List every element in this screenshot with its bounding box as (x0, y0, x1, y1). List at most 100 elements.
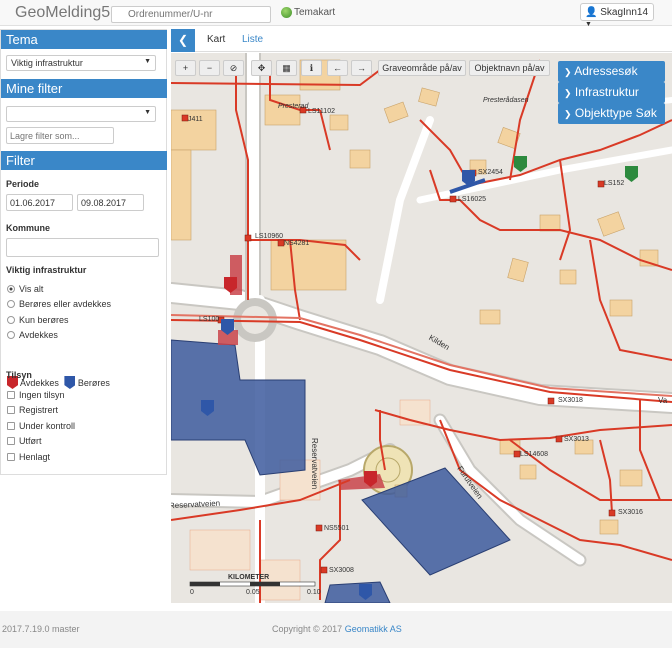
locate-button[interactable]: ⊘ (223, 60, 244, 76)
objektnavn-toggle-button[interactable]: Objektnavn på/av (469, 60, 550, 76)
scale-tick: 0.10 (307, 589, 321, 596)
radio-kun-berores[interactable]: Kun berøres (7, 314, 69, 326)
no-entry-icon: ⊘ (229, 63, 238, 73)
checkbox-label: Under kontroll (19, 421, 76, 431)
pan-button[interactable]: ✥ (251, 60, 272, 76)
copyright-label: Copyright © 2017 (272, 624, 343, 634)
radio-label: Vis alt (19, 284, 44, 294)
date-from-input[interactable]: 01.06.2017 (6, 194, 73, 211)
radio-icon (7, 300, 15, 308)
checkbox-icon (7, 422, 15, 430)
radio-label: Kun berøres (19, 315, 69, 325)
berores-marker-icon (64, 376, 76, 389)
company-link[interactable]: Geomatikk AS (345, 624, 402, 634)
radio-label: Avdekkes (19, 330, 58, 340)
chevron-left-icon: ❮ (177, 33, 189, 47)
tema-select-value: Viktig infrastruktur (11, 58, 83, 68)
map-label: SX3008 (329, 567, 354, 574)
select-box-icon: ▦ (282, 63, 291, 73)
panel-title: Objekttype Søk (574, 106, 657, 120)
checkbox-icon (7, 437, 15, 445)
objekttype-sok-panel[interactable]: ❯ Objekttype Søk (558, 103, 665, 124)
map-label: LS10960 (255, 233, 284, 240)
date-to-input[interactable]: 09.08.2017 (77, 194, 144, 211)
tab-kart[interactable]: Kart (207, 34, 225, 45)
collapse-sidebar-button[interactable]: ❮ (171, 29, 195, 52)
checkbox-label: Henlagt (19, 452, 51, 462)
back-button[interactable]: ← (327, 60, 348, 76)
radio-vis-alt[interactable]: Vis alt (7, 283, 43, 295)
kommune-input[interactable] (6, 238, 159, 257)
map-canvas[interactable]: LS11102 J411 NS4281 LS10960 SX2454 LS160… (171, 53, 672, 603)
checkbox-henlagt[interactable]: Henlagt (7, 451, 50, 463)
globe-icon[interactable] (281, 7, 292, 18)
map-graphic (171, 53, 672, 603)
map-label: LS100 (199, 316, 220, 323)
copyright-text: Copyright © 2017 Geomatikk AS (272, 624, 402, 634)
select-area-button[interactable]: ▦ (276, 60, 297, 76)
chevron-down-icon: ❯ (564, 67, 572, 77)
infrastruktur-panel[interactable]: ❯ Infrastruktur (558, 82, 665, 103)
radio-berores-eller-avdekkes[interactable]: Berøres eller avdekkes (7, 298, 111, 310)
map-label: SX3013 (564, 436, 589, 443)
zoom-in-button[interactable]: + (175, 60, 196, 76)
infra-label: Viktig infrastruktur (6, 265, 87, 275)
graveomrade-toggle-button[interactable]: Graveområde på/av (378, 60, 466, 76)
tilsyn-label: Tilsyn (6, 370, 32, 380)
checkbox-under-kontroll[interactable]: Under kontroll (7, 420, 75, 432)
mine-filter-select[interactable]: ▼ (6, 106, 156, 122)
map-label: NS5501 (324, 525, 350, 532)
info-button[interactable]: ℹ (301, 60, 322, 76)
map-label: NS4281 (284, 240, 310, 247)
checkbox-icon (7, 406, 15, 414)
user-name: SkagInn14 (600, 7, 649, 18)
save-filter-input[interactable] (6, 127, 114, 144)
chevron-down-icon: ❯ (564, 88, 572, 98)
panel-title: Infrastruktur (574, 85, 639, 99)
brand-title[interactable]: GeoMelding5 (15, 4, 110, 22)
radio-icon (7, 285, 15, 293)
map-label: J411 (188, 116, 203, 123)
checkbox-icon (7, 391, 15, 399)
map-label: LS152 (604, 180, 625, 187)
tema-select[interactable]: Viktig infrastruktur ▼ (6, 55, 156, 71)
checkbox-label: Utført (19, 436, 42, 446)
adressesok-panel[interactable]: ❯ Adressesøk (558, 61, 665, 82)
search-input[interactable] (111, 6, 271, 23)
radio-avdekkes[interactable]: Avdekkes (7, 329, 58, 341)
zoom-out-button[interactable]: − (199, 60, 220, 76)
radio-label: Berøres eller avdekkes (19, 299, 112, 309)
checkbox-utfort[interactable]: Utført (7, 435, 42, 447)
map-label: SX3016 (618, 509, 643, 516)
checkbox-registrert[interactable]: Registrert (7, 404, 58, 416)
tab-liste[interactable]: Liste (242, 34, 263, 45)
temakart-link[interactable]: Temakart (294, 7, 335, 18)
arrow-left-icon: ← (333, 63, 342, 73)
map-label: SX3018 (558, 397, 583, 404)
map-label: Presterad (278, 103, 309, 110)
arrow-right-icon: → (357, 63, 366, 73)
map-label: LS14608 (520, 451, 549, 458)
map-label: Reservatveien (310, 438, 319, 490)
filter-heading: Filter (1, 151, 167, 170)
move-icon: ✥ (257, 63, 266, 73)
scale-title: KILOMETER (228, 574, 270, 581)
view-tabs: Kart Liste (195, 29, 672, 52)
checkbox-ingen-tilsyn[interactable]: Ingen tilsyn (7, 389, 65, 401)
panel-title: Adressesøk (574, 64, 638, 78)
forward-button[interactable]: → (351, 60, 372, 76)
map-label: SX2454 (478, 169, 503, 176)
map-label: Presterådasen (483, 97, 529, 104)
map-label: Va (658, 396, 668, 405)
user-icon: 👤 (585, 7, 598, 18)
checkbox-icon (7, 453, 15, 461)
filter-sidebar: Tema Viktig infrastruktur ▼ Mine filter ▼… (0, 29, 167, 475)
tema-heading: Tema (1, 30, 167, 49)
scale-bar (189, 581, 316, 587)
chevron-down-icon: ❯ (564, 109, 572, 119)
map-label: LS11102 (308, 108, 335, 115)
scale-tick: 0.05 (246, 589, 260, 596)
kommune-label: Kommune (6, 223, 51, 233)
user-menu-button[interactable]: 👤 SkagInn14 ▼ (580, 3, 654, 28)
select-caret-icon: ▼ (144, 109, 151, 116)
